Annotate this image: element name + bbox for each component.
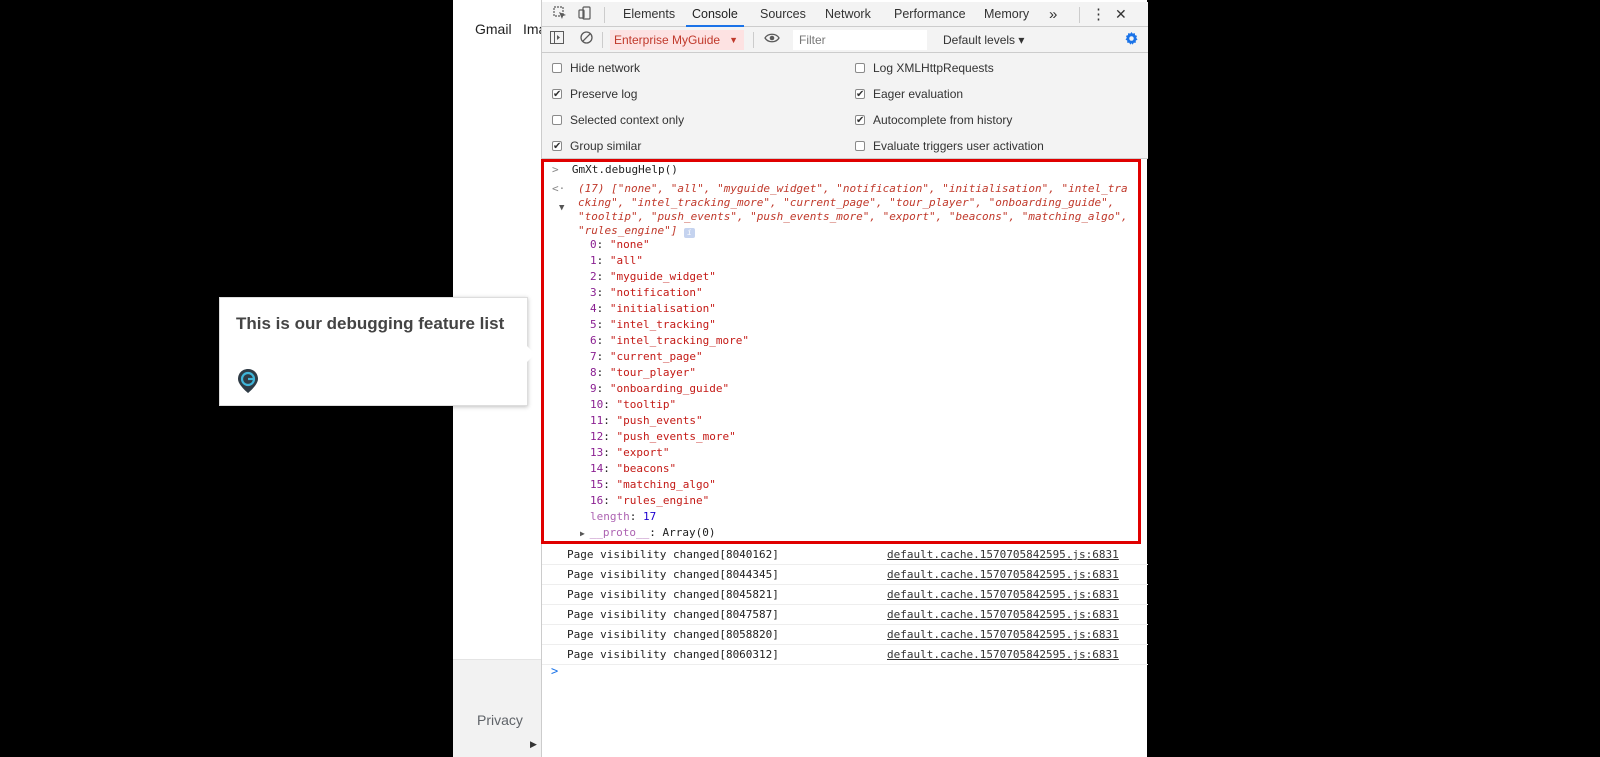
live-expression-eye-icon[interactable] [763, 31, 781, 49]
scroll-right-icon[interactable]: ▶ [530, 740, 537, 750]
log-row: Page visibility changed[8060312] default.… [542, 645, 1148, 665]
checkbox-checked-icon[interactable] [855, 86, 865, 104]
array-item: 11: "push_events" [590, 414, 703, 427]
array-item: 5: "intel_tracking" [590, 318, 716, 331]
checkbox-icon[interactable] [855, 141, 865, 151]
prompt-chevron-icon: > [552, 163, 572, 176]
show-sidebar-icon[interactable] [548, 31, 566, 49]
console-input-prompt-icon[interactable]: > [551, 664, 558, 678]
tab-elements[interactable]: Elements [623, 2, 675, 27]
images-link[interactable]: Ima [523, 21, 541, 37]
expand-triangle-right-icon[interactable]: ▶ [580, 529, 590, 538]
clear-console-icon[interactable] [577, 31, 595, 49]
log-row: Page visibility changed[8058820] default.… [542, 625, 1148, 645]
checkbox-icon[interactable] [552, 115, 562, 125]
source-link[interactable]: default.cache.1570705842595.js:6831 [887, 568, 1119, 581]
preserve-log-checkbox[interactable]: Preserve log [552, 85, 637, 104]
array-proto[interactable]: ▶ __proto__: Array(0) [580, 526, 715, 539]
inspect-element-icon[interactable] [551, 6, 569, 24]
tab-memory[interactable]: Memory [984, 2, 1029, 27]
console-settings-pane: Hide network Preserve log Selected conte… [542, 53, 1148, 159]
console-output[interactable]: > GmXt.debugHelp() <· ▼ (17) ["none", "a… [541, 159, 1148, 757]
context-selector[interactable]: Enterprise MyGuide ▼ [610, 30, 744, 50]
log-levels-dropdown[interactable]: Default levels ▾ [943, 27, 1024, 53]
source-link[interactable]: default.cache.1570705842595.js:6831 [887, 588, 1119, 601]
array-summary-line-4[interactable]: "rules_engine"] i [578, 224, 695, 238]
log-row: Page visibility changed[8044345] default.… [542, 565, 1148, 585]
array-item: 3: "notification" [590, 286, 703, 299]
console-command-row: > GmXt.debugHelp() [552, 163, 678, 176]
array-summary-line-1[interactable]: (17) ["none", "all", "myguide_widget", "… [578, 182, 1128, 195]
privacy-link[interactable]: Privacy [477, 712, 523, 728]
checkbox-checked-icon[interactable] [855, 112, 865, 130]
source-link[interactable]: default.cache.1570705842595.js:6831 [887, 628, 1119, 641]
array-length: length: 17 [590, 510, 657, 523]
log-row: Page visibility changed[8047587] default.… [542, 605, 1148, 625]
console-toolbar: Enterprise MyGuide ▼ Default levels ▾ [542, 27, 1148, 53]
array-item: 16: "rules_engine" [590, 494, 710, 507]
source-link[interactable]: default.cache.1570705842595.js:6831 [887, 648, 1119, 661]
log-row: Page visibility changed[8045821] default.… [542, 585, 1148, 605]
array-item: 12: "push_events_more" [590, 430, 736, 443]
array-item: 13: "export" [590, 446, 670, 459]
checkbox-icon[interactable] [855, 63, 865, 73]
expand-triangle-icon[interactable]: ▼ [559, 203, 564, 213]
footer [453, 660, 541, 757]
filter-input[interactable] [793, 30, 927, 50]
array-item: 6: "intel_tracking_more" [590, 334, 749, 347]
checkbox-checked-icon[interactable] [552, 138, 562, 156]
source-link[interactable]: default.cache.1570705842595.js:6831 [887, 548, 1119, 561]
myguide-tooltip: This is our debugging feature list [219, 297, 535, 406]
devtools-tabbar: Elements Console Sources Network Perform… [542, 2, 1148, 27]
close-devtools-icon[interactable]: ✕ [1115, 2, 1127, 27]
checkbox-icon[interactable] [552, 63, 562, 73]
array-item: 14: "beacons" [590, 462, 677, 475]
checkbox-checked-icon[interactable] [552, 86, 562, 104]
more-tabs-icon[interactable]: » [1049, 2, 1057, 27]
log-xmlhttprequests-checkbox[interactable]: Log XMLHttpRequests [855, 59, 994, 77]
selected-context-only-checkbox[interactable]: Selected context only [552, 111, 684, 129]
array-item: 2: "myguide_widget" [590, 270, 716, 283]
hide-network-checkbox[interactable]: Hide network [552, 59, 640, 77]
context-label: Enterprise MyGuide [614, 33, 721, 47]
evaluate-triggers-checkbox[interactable]: Evaluate triggers user activation [855, 137, 1044, 155]
tab-network[interactable]: Network [825, 2, 871, 27]
tab-sources[interactable]: Sources [760, 2, 806, 27]
source-link[interactable]: default.cache.1570705842595.js:6831 [887, 608, 1119, 621]
device-toolbar-icon[interactable] [576, 6, 594, 24]
tooltip-title: This is our debugging feature list [236, 314, 505, 333]
tooltip-pointer [527, 346, 535, 362]
group-similar-checkbox[interactable]: Group similar [552, 137, 641, 156]
array-item: 10: "tooltip" [590, 398, 677, 411]
chevron-down-icon: ▼ [729, 35, 738, 45]
array-item: 1: "all" [590, 254, 643, 267]
tab-performance[interactable]: Performance [894, 2, 966, 27]
gmail-link[interactable]: Gmail [475, 21, 512, 37]
array-summary-line-3[interactable]: "tooltip", "push_events", "push_events_m… [578, 210, 1128, 223]
console-settings-gear-icon[interactable] [1122, 31, 1140, 49]
array-item: 0: "none" [590, 238, 650, 251]
eager-evaluation-checkbox[interactable]: Eager evaluation [855, 85, 963, 104]
autocomplete-history-checkbox[interactable]: Autocomplete from history [855, 111, 1012, 130]
array-item: 7: "current_page" [590, 350, 703, 363]
array-item: 15: "matching_algo" [590, 478, 716, 491]
array-summary-line-2[interactable]: cking", "intel_tracking_more", "current_… [578, 196, 1114, 209]
tab-console[interactable]: Console [686, 2, 744, 27]
array-item: 4: "initialisation" [590, 302, 716, 315]
result-arrow-icon: <· [552, 182, 566, 195]
devtools-panel: Elements Console Sources Network Perform… [541, 0, 1148, 757]
array-item: 9: "onboarding_guide" [590, 382, 730, 395]
myguide-pin-icon[interactable] [237, 368, 259, 394]
console-command: GmXt.debugHelp() [571, 163, 678, 176]
info-icon: i [683, 228, 695, 238]
array-item: 8: "tour_player" [590, 366, 696, 379]
log-row: Page visibility changed[8040162] default.… [542, 545, 1148, 565]
devtools-menu-icon[interactable]: ⋮ [1091, 2, 1106, 27]
